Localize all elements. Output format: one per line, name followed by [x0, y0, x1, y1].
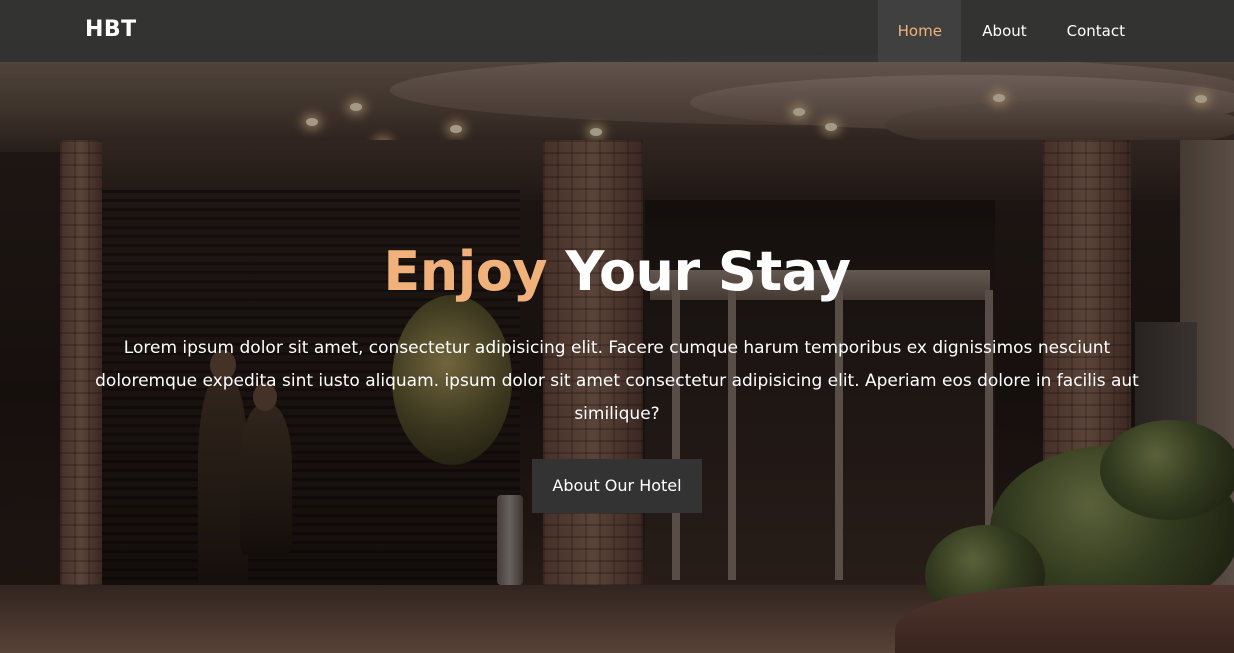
hero-title-accent: Enjoy	[383, 240, 548, 303]
nav-link-home[interactable]: Home	[878, 0, 962, 62]
nav-links: Home About Contact	[878, 0, 1234, 62]
nav-link-about[interactable]: About	[961, 0, 1046, 62]
navbar: HBT Home About Contact	[0, 0, 1234, 62]
hero-title-rest: Your Stay	[547, 240, 851, 303]
hero-description: Lorem ipsum dolor sit amet, consectetur …	[95, 338, 1139, 424]
nav-link-contact[interactable]: Contact	[1047, 0, 1234, 62]
brand-logo[interactable]: HBT	[85, 17, 137, 42]
hero-content: Enjoy Your Stay Lorem ipsum dolor sit am…	[0, 238, 1234, 513]
about-hotel-button[interactable]: About Our Hotel	[532, 459, 702, 513]
hero-title: Enjoy Your Stay	[0, 238, 1234, 306]
